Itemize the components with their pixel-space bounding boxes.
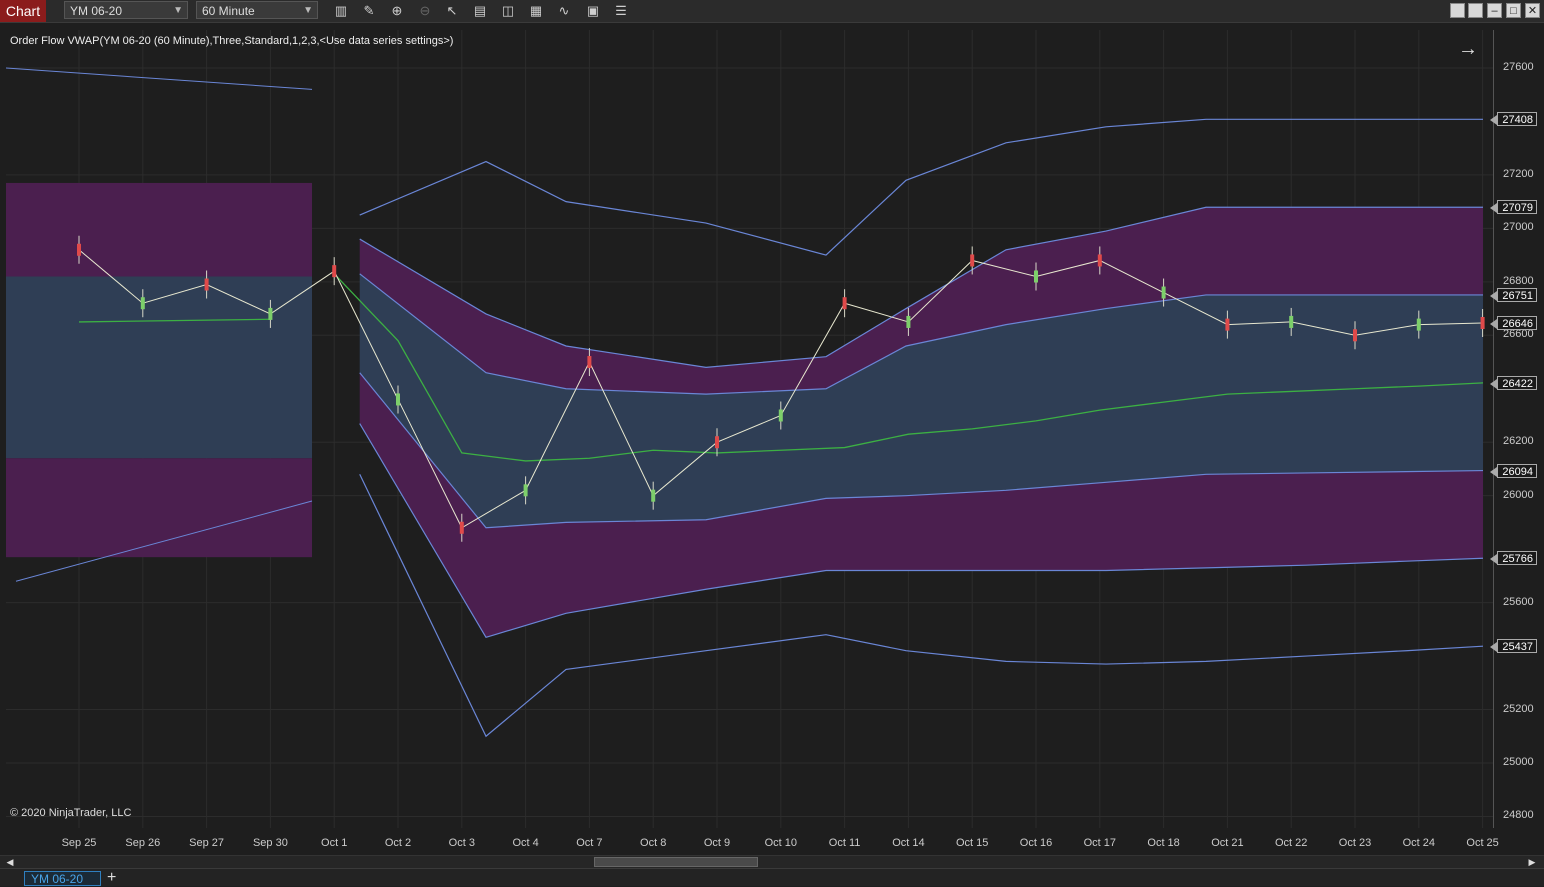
price-tick-label: 25000 bbox=[1503, 755, 1534, 768]
copyright-text: © 2020 NinjaTrader, LLC bbox=[10, 807, 132, 819]
price-tick-label: 27000 bbox=[1503, 221, 1534, 234]
price-marker: 26094 bbox=[1490, 463, 1537, 478]
instrument-selector[interactable]: YM 06-20 ▼ bbox=[64, 1, 188, 19]
zoom-in-icon[interactable]: ⊕ bbox=[388, 2, 406, 20]
price-tick-label: 26200 bbox=[1503, 435, 1534, 448]
price-chart-area[interactable] bbox=[6, 30, 1493, 828]
indicator-label: Order Flow VWAP(YM 06-20 (60 Minute),Thr… bbox=[10, 35, 454, 47]
candle bbox=[842, 289, 847, 318]
price-tick-label: 26000 bbox=[1503, 488, 1534, 501]
price-marker: 25437 bbox=[1490, 639, 1537, 654]
price-tick-label: 25200 bbox=[1503, 702, 1534, 715]
time-tick-label: Oct 22 bbox=[1274, 837, 1308, 849]
arrow-right-icon[interactable]: → bbox=[1458, 38, 1478, 61]
chart-window-label[interactable]: Chart bbox=[0, 0, 46, 22]
indicators-icon[interactable]: ▦ bbox=[527, 2, 545, 20]
price-tick-label: 26800 bbox=[1503, 274, 1534, 287]
time-tick-label: Oct 16 bbox=[1019, 837, 1053, 849]
chart-toolbar: Chart YM 06-20 ▼ 60 Minute ▼ ▥ ✎ ⊕ ⊖ ↖ ▤… bbox=[0, 0, 1544, 23]
close-icon[interactable]: ✕ bbox=[1525, 3, 1540, 18]
chevron-down-icon: ▼ bbox=[173, 5, 183, 16]
properties-icon[interactable]: ☰ bbox=[612, 2, 630, 20]
time-tick-label: Oct 3 bbox=[448, 837, 475, 849]
price-marker: 27408 bbox=[1490, 112, 1537, 127]
pointer-icon[interactable]: ↖ bbox=[443, 2, 461, 20]
time-tick-label: Oct 7 bbox=[576, 837, 603, 849]
price-marker: 26646 bbox=[1490, 316, 1537, 330]
price-marker: 25766 bbox=[1490, 551, 1537, 566]
add-tab-icon[interactable]: + bbox=[107, 870, 116, 886]
scrollbar-thumb[interactable] bbox=[594, 857, 758, 867]
bar-type-icon[interactable]: ▥ bbox=[332, 2, 350, 20]
time-tick-label: Oct 11 bbox=[828, 837, 861, 849]
interval-selector-value: 60 Minute bbox=[202, 4, 255, 18]
price-tick-label: 24800 bbox=[1503, 809, 1534, 822]
maximize-icon[interactable]: □ bbox=[1506, 3, 1521, 18]
time-tick-label: Oct 8 bbox=[640, 837, 667, 849]
time-tick-label: Oct 23 bbox=[1338, 837, 1372, 849]
price-tick-label: 27600 bbox=[1503, 61, 1534, 73]
sd1-band-session1 bbox=[6, 276, 312, 459]
interval-selector[interactable]: 60 Minute ▼ bbox=[196, 1, 318, 19]
time-tick-label: Oct 21 bbox=[1211, 837, 1244, 849]
zoom-out-icon[interactable]: ⊖ bbox=[416, 2, 434, 20]
candle bbox=[332, 257, 337, 286]
price-axis[interactable]: 27600 27200 27000 26800 26600 26200 26000 25600… bbox=[1490, 30, 1544, 828]
price-tick-label: 27200 bbox=[1503, 167, 1534, 180]
price-marker: 26422 bbox=[1490, 375, 1537, 390]
templates-icon[interactable]: ▣ bbox=[584, 2, 602, 20]
chart-trader-icon[interactable]: ◫ bbox=[499, 2, 517, 20]
time-tick-label: Sep 26 bbox=[125, 837, 161, 849]
price-marker: 27079 bbox=[1490, 200, 1537, 215]
time-tick-label: Sep 25 bbox=[61, 837, 97, 849]
minimize-icon[interactable]: – bbox=[1487, 3, 1502, 18]
time-tick-label: Oct 14 bbox=[892, 837, 925, 849]
time-tick-label: Oct 9 bbox=[703, 837, 731, 849]
scroll-left-icon[interactable]: ◀ bbox=[4, 856, 16, 868]
time-tick-label: Oct 10 bbox=[764, 837, 797, 849]
instrument-selector-value: YM 06-20 bbox=[70, 4, 123, 18]
horizontal-scrollbar[interactable]: ◀ ▶ bbox=[0, 855, 1544, 868]
time-tick-label: Oct 2 bbox=[384, 837, 412, 849]
instrument-tab[interactable]: YM 06-20 bbox=[24, 871, 101, 886]
time-tick-label: Oct 4 bbox=[512, 837, 539, 849]
price-tick-label: 25600 bbox=[1503, 595, 1534, 608]
scroll-right-icon[interactable]: ▶ bbox=[1526, 856, 1538, 868]
time-tick-label: Sep 27 bbox=[189, 837, 225, 849]
tile-icon[interactable] bbox=[1450, 3, 1465, 18]
time-tick-label: Oct 17 bbox=[1083, 837, 1116, 849]
sd3-upper-session1 bbox=[6, 67, 313, 90]
tile-alt-icon[interactable] bbox=[1468, 3, 1483, 18]
chevron-down-icon: ▼ bbox=[303, 5, 313, 16]
drawing-tool-icon[interactable]: ✎ bbox=[360, 2, 378, 20]
strategies-icon[interactable]: ∿ bbox=[555, 2, 573, 20]
time-tick-label: Oct 18 bbox=[1147, 837, 1180, 849]
time-tick-label: Oct 15 bbox=[955, 837, 989, 849]
data-box-icon[interactable]: ▤ bbox=[471, 2, 489, 20]
tab-bar: YM 06-20 + bbox=[0, 868, 1544, 886]
time-tick-label: Oct 25 bbox=[1466, 837, 1499, 849]
time-tick-label: Sep 30 bbox=[252, 837, 288, 849]
price-marker: 26751 bbox=[1490, 287, 1537, 302]
time-tick-label: Oct 24 bbox=[1402, 837, 1435, 849]
time-tick-label: Oct 1 bbox=[321, 837, 348, 849]
